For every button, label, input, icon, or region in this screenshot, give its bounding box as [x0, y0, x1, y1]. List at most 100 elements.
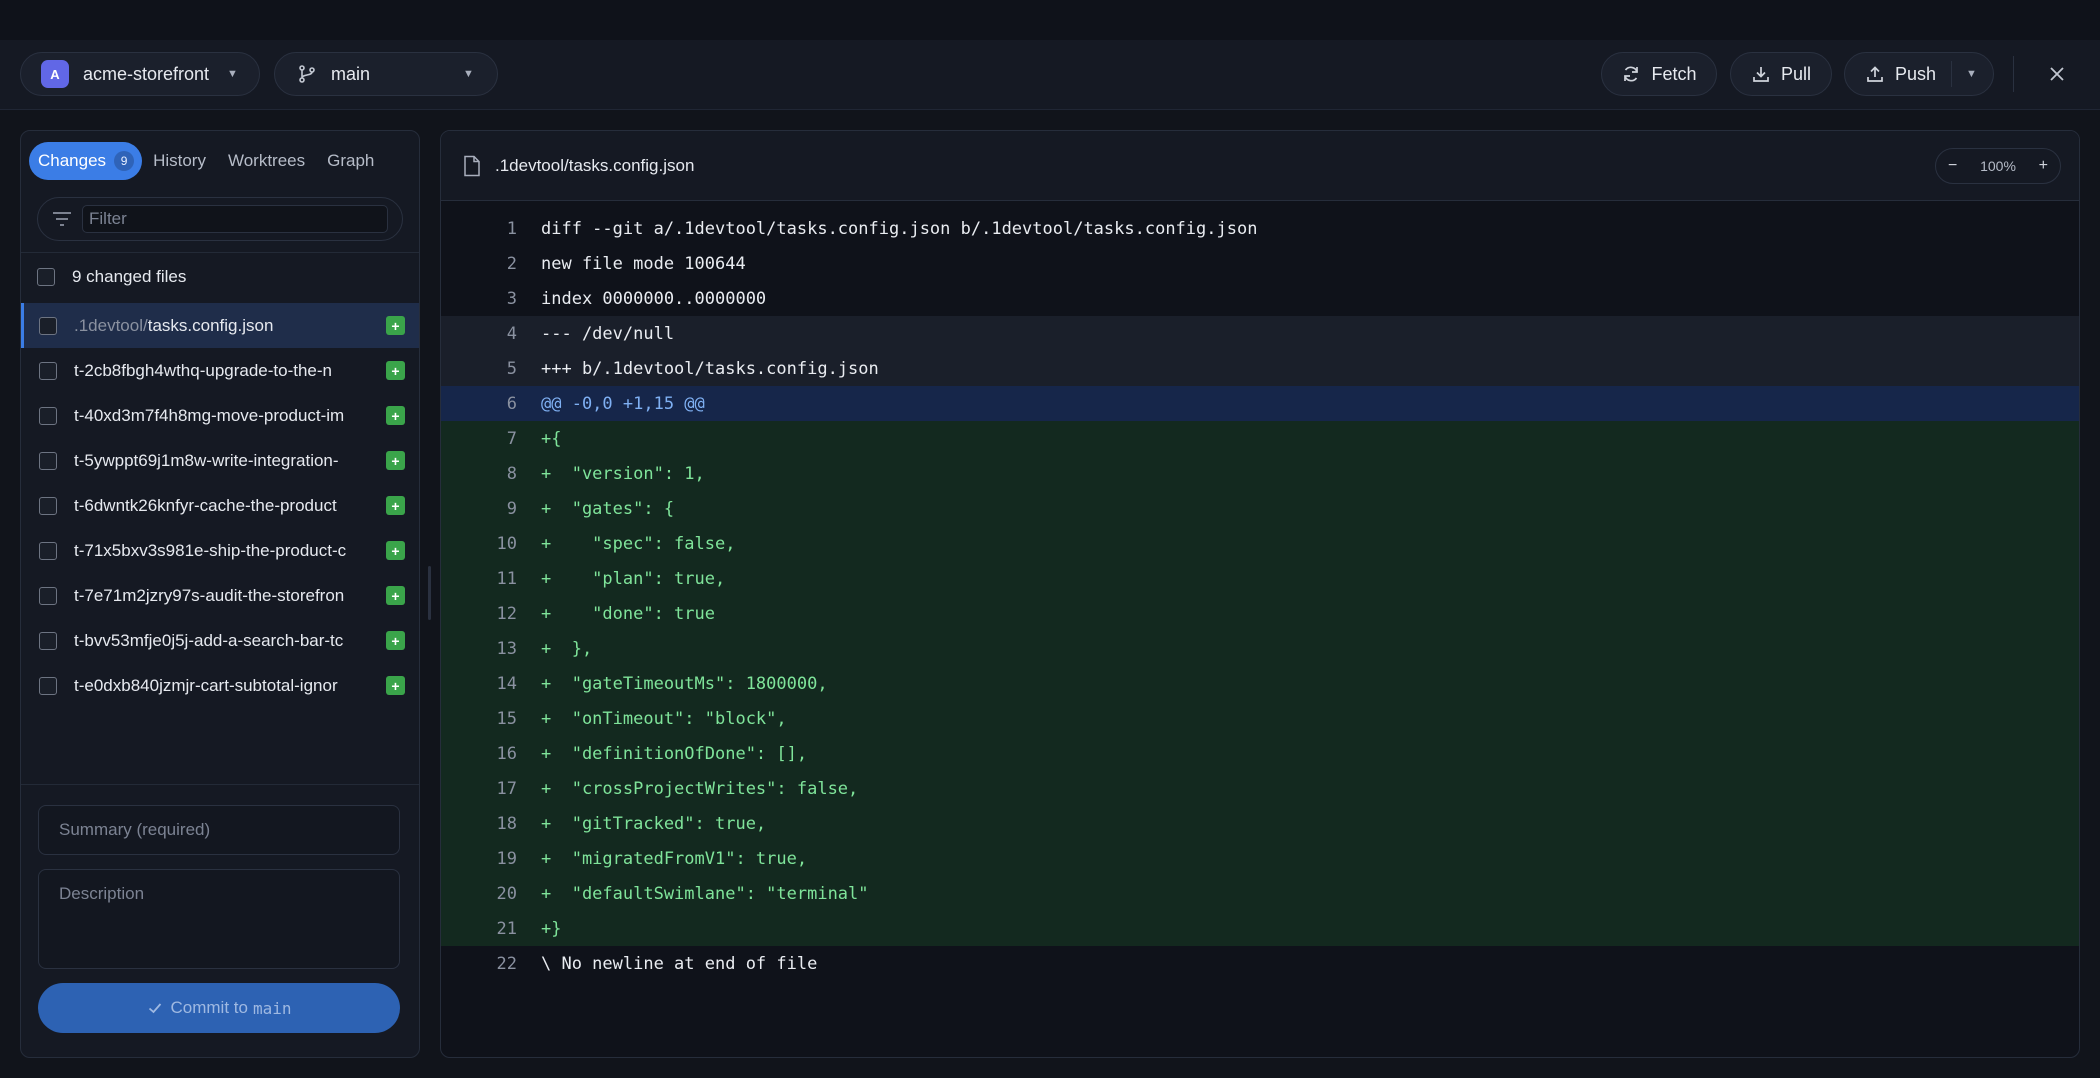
line-number: 1 — [506, 218, 517, 239]
file-checkbox[interactable] — [39, 451, 57, 470]
filter-box — [37, 197, 403, 241]
line-number: 16 — [496, 743, 517, 764]
file-list-item[interactable]: t-e0dxb840jzmjr-cart-subtotal-ignor + — [21, 663, 419, 708]
file-name: t-5ywppt69j1m8w-write-integration- — [74, 451, 370, 471]
file-list-item[interactable]: t-40xd3m7f4h8mg-move-product-im + — [21, 393, 419, 438]
file-checkbox[interactable] — [39, 496, 57, 515]
chevron-down-icon: ▼ — [463, 68, 474, 80]
tab-changes[interactable]: Changes 9 — [29, 142, 143, 180]
commit-description-input[interactable] — [38, 869, 400, 969]
diff-line: 20 + "defaultSwimlane": "terminal" — [441, 876, 2079, 911]
file-name: t-40xd3m7f4h8mg-move-product-im — [74, 406, 370, 426]
file-list-item[interactable]: t-2cb8fbgh4wthq-upgrade-to-the-n + — [21, 348, 419, 393]
changes-count-badge: 9 — [114, 151, 135, 171]
line-number: 3 — [506, 288, 517, 309]
added-status-badge: + — [386, 541, 405, 560]
file-basename: t-e0dxb840jzmjr-cart-subtotal-ignor — [74, 675, 338, 695]
line-text: \ No newline at end of file — [541, 953, 818, 974]
file-list-item[interactable]: t-5ywppt69j1m8w-write-integration- + — [21, 438, 419, 483]
diff-line: 12 + "done": true — [441, 596, 2079, 631]
push-button[interactable]: Push ▼ — [1844, 52, 1994, 96]
file-checkbox[interactable] — [39, 406, 57, 425]
zoom-level: 100% — [1980, 158, 2016, 174]
file-checkbox[interactable] — [39, 541, 57, 560]
line-number: 20 — [496, 883, 517, 904]
file-basename: tasks.config.json — [147, 315, 274, 335]
line-text: + "gateTimeoutMs": 1800000, — [541, 673, 828, 694]
line-text: diff --git a/.1devtool/tasks.config.json… — [541, 218, 1258, 239]
pull-button[interactable]: Pull — [1730, 52, 1832, 96]
zoom-out-button[interactable]: − — [1948, 157, 1957, 175]
diff-line: 18 + "gitTracked": true, — [441, 806, 2079, 841]
file-checkbox[interactable] — [39, 316, 57, 335]
diff-header: .1devtool/tasks.config.json − 100% + — [441, 131, 2079, 201]
line-text: new file mode 100644 — [541, 253, 746, 274]
diff-line: 11 + "plan": true, — [441, 561, 2079, 596]
line-number: 14 — [496, 673, 517, 694]
file-list-item[interactable]: .1devtool/tasks.config.json + — [21, 303, 419, 348]
file-list-item[interactable]: t-6dwntk26knfyr-cache-the-product + — [21, 483, 419, 528]
tab-changes-label: Changes — [38, 151, 107, 170]
push-options-chevron-icon[interactable]: ▼ — [1966, 68, 1977, 80]
file-basename: t-71x5bxv3s981e-ship-the-product-c — [74, 540, 347, 560]
tab-graph[interactable]: Graph — [316, 142, 385, 180]
changed-file-list: .1devtool/tasks.config.json + t-2cb8fbgh4w… — [21, 303, 419, 708]
diff-line: 8 + "version": 1, — [441, 456, 2079, 491]
file-checkbox[interactable] — [39, 361, 57, 380]
line-number: 5 — [506, 358, 517, 379]
diff-line: 21 +} — [441, 911, 2079, 946]
diff-line: 14 + "gateTimeoutMs": 1800000, — [441, 666, 2079, 701]
select-all-checkbox[interactable] — [37, 268, 55, 286]
sidebar-tabs: Changes 9 History Worktrees Graph — [21, 131, 419, 191]
refresh-icon — [1624, 66, 1639, 82]
push-label: Push — [1895, 63, 1937, 84]
commit-summary-input[interactable] — [38, 805, 400, 855]
file-basename: t-40xd3m7f4h8mg-move-product-im — [74, 405, 345, 425]
branch-selector[interactable]: main ▼ — [274, 52, 498, 96]
line-number: 21 — [496, 918, 517, 939]
diff-line: 15 + "onTimeout": "block", — [441, 701, 2079, 736]
fetch-label: Fetch — [1651, 63, 1697, 84]
line-text: + "plan": true, — [541, 568, 726, 589]
file-checkbox[interactable] — [39, 676, 57, 695]
line-number: 2 — [506, 253, 517, 274]
line-number: 22 — [496, 953, 517, 974]
diff-line: 4 --- /dev/null — [441, 316, 2079, 351]
commit-button[interactable]: Commit to main — [38, 983, 400, 1033]
file-checkbox[interactable] — [39, 631, 57, 650]
repo-selector[interactable]: A acme-storefront ▼ — [20, 52, 260, 96]
file-basename: t-5ywppt69j1m8w-write-integration- — [74, 450, 339, 470]
line-text: + "done": true — [541, 603, 715, 624]
line-number: 7 — [506, 428, 517, 449]
filter-input[interactable] — [82, 205, 388, 233]
line-text: + "definitionOfDone": [], — [541, 743, 808, 764]
diff-line: 2 new file mode 100644 — [441, 246, 2079, 281]
file-list-item[interactable]: t-bvv53mfje0j5j-add-a-search-bar-tc + — [21, 618, 419, 663]
filter-icon — [53, 212, 71, 226]
diff-line: 17 + "crossProjectWrites": false, — [441, 771, 2079, 806]
line-number: 13 — [496, 638, 517, 659]
line-number: 4 — [506, 323, 517, 344]
panel-resize-handle[interactable] — [428, 566, 431, 620]
line-number: 10 — [496, 533, 517, 554]
added-status-badge: + — [386, 406, 405, 425]
line-text: + "gates": { — [541, 498, 675, 519]
file-checkbox[interactable] — [39, 586, 57, 605]
file-basename: t-2cb8fbgh4wthq-upgrade-to-the-n — [74, 360, 332, 380]
file-basename: t-7e71m2jzry97s-audit-the-storefron — [74, 585, 345, 605]
file-list-item[interactable]: t-7e71m2jzry97s-audit-the-storefron + — [21, 573, 419, 618]
line-text: + "version": 1, — [541, 463, 705, 484]
upload-icon — [1867, 66, 1883, 82]
zoom-in-button[interactable]: + — [2039, 157, 2048, 175]
fetch-button[interactable]: Fetch — [1601, 52, 1717, 96]
added-status-badge: + — [386, 451, 405, 470]
divider — [21, 252, 419, 253]
file-list-item[interactable]: t-71x5bxv3s981e-ship-the-product-c + — [21, 528, 419, 573]
tab-history[interactable]: History — [142, 142, 217, 180]
line-text: index 0000000..0000000 — [541, 288, 767, 309]
tab-worktrees[interactable]: Worktrees — [217, 142, 316, 180]
close-button[interactable] — [2045, 62, 2069, 86]
diff-line: 16 + "definitionOfDone": [], — [441, 736, 2079, 771]
line-text: +++ b/.1devtool/tasks.config.json — [541, 358, 879, 379]
line-text: + }, — [541, 638, 593, 659]
